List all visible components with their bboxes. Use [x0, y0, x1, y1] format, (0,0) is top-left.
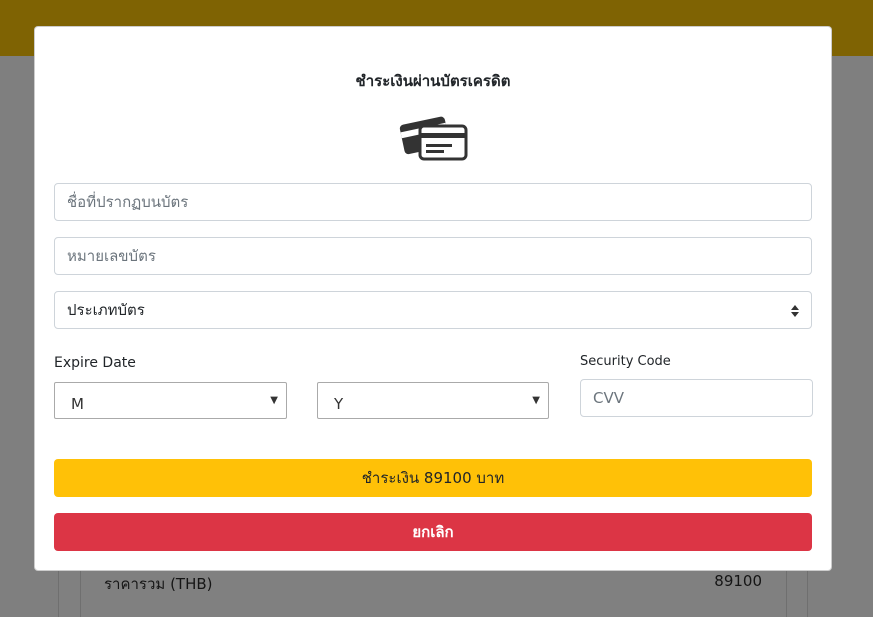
- cvv-input[interactable]: [580, 379, 813, 417]
- payment-modal: ชำระเงินผ่านบัตรเครดิต ประเภทบัตร Expire…: [34, 26, 832, 571]
- total-price-label: ราคารวม (THB): [104, 575, 213, 593]
- cancel-button[interactable]: ยกเลิก: [54, 513, 812, 551]
- expire-date-label: Expire Date: [54, 355, 136, 371]
- expire-month-value: M: [71, 394, 84, 413]
- expire-year-select[interactable]: Y ▼: [317, 382, 549, 419]
- card-type-select[interactable]: ประเภทบัตร: [54, 291, 812, 329]
- security-code-label: Security Code: [580, 354, 671, 369]
- modal-title: ชำระเงินผ่านบัตรเครดิต: [355, 72, 511, 90]
- select-arrows-icon: [791, 305, 799, 317]
- card-number-input[interactable]: [54, 237, 812, 275]
- expire-month-select[interactable]: M ▼: [54, 382, 287, 419]
- card-name-input[interactable]: [54, 183, 812, 221]
- expire-year-value: Y: [334, 394, 344, 413]
- total-price-value: 89100: [714, 572, 762, 590]
- credit-cards-icon: [399, 116, 468, 161]
- pay-button[interactable]: ชำระเงิน 89100 บาท: [54, 459, 812, 497]
- card-type-value: ประเภทบัตร: [67, 301, 145, 319]
- dropdown-caret-icon: ▼: [270, 395, 278, 406]
- dropdown-caret-icon: ▼: [532, 395, 540, 406]
